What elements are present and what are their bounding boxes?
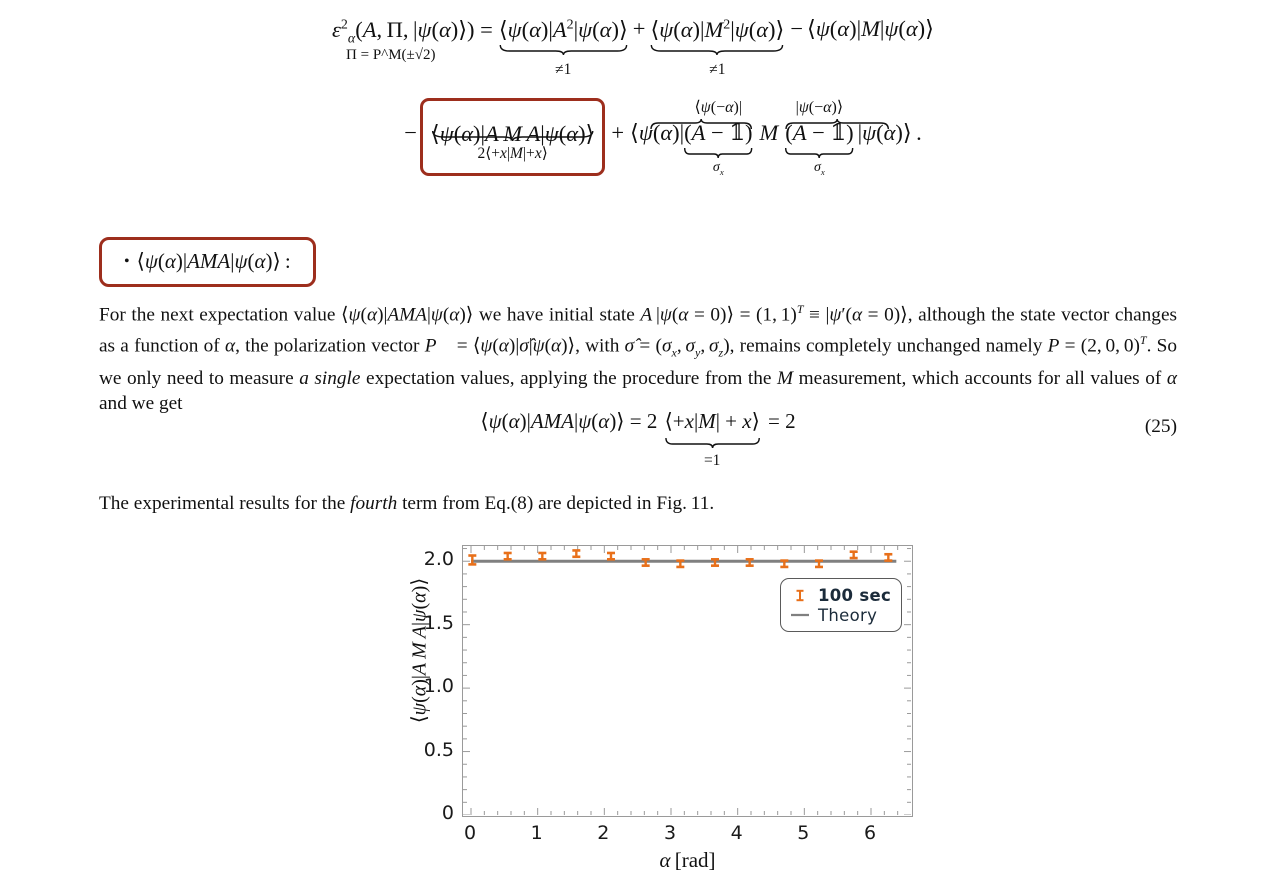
paragraph-experimental-results: The experimental results for the fourth … <box>99 493 715 514</box>
x-tick-label: 3 <box>663 822 677 844</box>
equation-lhs-text: ε2α(A, Π, |ψ(α)⟩) = <box>332 16 493 46</box>
chart-legend: 100 sec Theory <box>780 578 903 632</box>
underbrace-term-2 <box>650 44 784 56</box>
equation-25-number: (25) <box>1144 416 1177 437</box>
underbrace-term-4b <box>684 147 752 159</box>
term-2: ⟨ψ(α)|M2|ψ(α)⟩ <box>650 16 785 42</box>
equation-lhs: ε2α(A, Π, |ψ(α)⟩) = Π = P^M(±√2) <box>332 16 493 63</box>
term-4d: (A − 𝟙) <box>785 119 854 145</box>
equation-25-result: = 2 <box>768 409 796 433</box>
data-point <box>607 551 615 561</box>
term-4b-group: (A − 𝟙) σx <box>684 119 753 176</box>
data-point <box>538 551 547 561</box>
y-tick-label: 1.0 <box>423 675 454 698</box>
term-4c: M <box>759 119 779 145</box>
underbrace-term-4d <box>785 147 853 159</box>
term-1-group: ⟨ψ(α)|A2|ψ(α)⟩ ≠1 <box>498 16 628 77</box>
figure-11-chart: ⟨ψ(α)|A M A|ψ(α)⟩ α [rad] 100 sec Theory… <box>392 530 932 894</box>
term-1: ⟨ψ(α)|A2|ψ(α)⟩ <box>498 16 628 42</box>
equation-25-underlabel: =1 <box>703 452 721 469</box>
minus-sign-1: − <box>790 16 804 41</box>
term-4d-overgroup: |ψ(−α)⟩ (A − 𝟙) σx <box>785 98 854 176</box>
term-4b-overlabel: ⟨ψ(−α)| <box>694 98 743 116</box>
data-point <box>572 549 581 559</box>
legend-label-1: Theory <box>818 605 878 625</box>
equation-25-body: ⟨ψ(α)|AMA|ψ(α)⟩ = 2 <box>480 409 658 433</box>
term-4b-overgroup: ⟨ψ(−α)| (A − 𝟙) σx <box>684 98 753 176</box>
plus-sign-1: + <box>632 16 646 41</box>
x-tick-label: 1 <box>530 822 543 844</box>
display-equation-eq8: ε2α(A, Π, |ψ(α)⟩) = Π = P^M(±√2) ⟨ψ(α)|A… <box>0 16 1266 177</box>
highlight-box-boxed-term: ⟨ψ(α)|A M A|ψ(α)⟩ 2⟨+x|M|+x⟩ <box>419 97 606 177</box>
data-point <box>849 550 858 560</box>
term-4d-underlabel: σx <box>814 159 825 177</box>
y-tick-label: 0.5 <box>423 738 454 761</box>
legend-label-0: 100 sec <box>818 585 892 605</box>
data-point <box>780 559 789 569</box>
boxed-term-group: ⟨ψ(α)|A M A|ψ(α)⟩ 2⟨+x|M|+x⟩ <box>431 103 594 161</box>
bullet-dot: • <box>124 253 130 270</box>
y-tick-label: 0 <box>441 802 454 824</box>
term-4d-overlabel: |ψ(−α)⟩ <box>795 98 844 116</box>
data-point <box>815 559 823 569</box>
term-2-underlabel: ≠1 <box>709 60 726 78</box>
term-4b: (A − 𝟙) <box>684 119 753 145</box>
bullet-item-label: ⟨ψ(α)|AMA|ψ(α)⟩ : <box>136 249 291 273</box>
x-tick-label: 0 <box>463 822 477 844</box>
data-point <box>676 559 685 569</box>
underbrace-boxed-term <box>431 130 594 142</box>
term-1-underlabel: ≠1 <box>555 60 572 78</box>
equation-25-underbrace-group: ⟨+x|M| + x⟩ =1 <box>664 409 760 469</box>
y-tick-label: 1.5 <box>423 611 454 634</box>
chart-x-axis-label: α [rad] <box>659 848 716 872</box>
data-point <box>884 552 893 562</box>
x-tick-label: 6 <box>863 822 877 844</box>
underbrace-term-1 <box>499 44 628 56</box>
y-tick-label: 2.0 <box>423 548 454 571</box>
legend-entry-1: Theory <box>789 605 891 625</box>
errorbar-icon <box>789 589 811 602</box>
equation-25: ⟨ψ(α)|AMA|ψ(α)⟩ = 2 ⟨+x|M| + x⟩ =1 = 2 (… <box>99 409 1177 469</box>
term-3: ⟨ψ(α)|M|ψ(α)⟩ <box>807 16 934 41</box>
minus-sign-2: − <box>404 119 417 145</box>
highlight-box-bullet-item: • ⟨ψ(α)|AMA|ψ(α)⟩ : <box>99 237 316 287</box>
term-4d-group: (A − 𝟙) σx <box>785 119 854 176</box>
term-2-group: ⟨ψ(α)|M2|ψ(α)⟩ ≠1 <box>650 16 785 77</box>
equation-25-row: ⟨ψ(α)|AMA|ψ(α)⟩ = 2 ⟨+x|M| + x⟩ =1 = 2 (… <box>99 409 1177 469</box>
line-icon <box>789 611 811 619</box>
x-tick-label: 2 <box>597 822 610 844</box>
x-tick-label: 5 <box>797 822 810 844</box>
data-point <box>503 551 512 561</box>
equation-row-1: ε2α(A, Π, |ψ(α)⟩) = Π = P^M(±√2) ⟨ψ(α)|A… <box>0 16 1266 77</box>
equation-row-2: − ⟨ψ(α)|A M A|ψ(α)⟩ 2⟨+x|M|+x⟩ + ⟨ψ(α)| … <box>0 97 1266 177</box>
plus-sign-2: + <box>611 119 625 145</box>
x-tick-label: 4 <box>730 822 743 844</box>
equation-lhs-subscript: Π = P^M(±√2) <box>346 47 436 63</box>
underbrace-equation-25 <box>665 437 760 449</box>
boxed-term-underlabel: 2⟨+x|M|+x⟩ <box>477 144 548 162</box>
legend-entry-0: 100 sec <box>789 585 891 605</box>
equation-25-braced-term: ⟨+x|M| + x⟩ <box>664 409 760 433</box>
paragraph-next-expectation-value: For the next expectation value ⟨ψ(α)|AMA… <box>99 302 1178 415</box>
term-4b-underlabel: σx <box>712 159 724 177</box>
